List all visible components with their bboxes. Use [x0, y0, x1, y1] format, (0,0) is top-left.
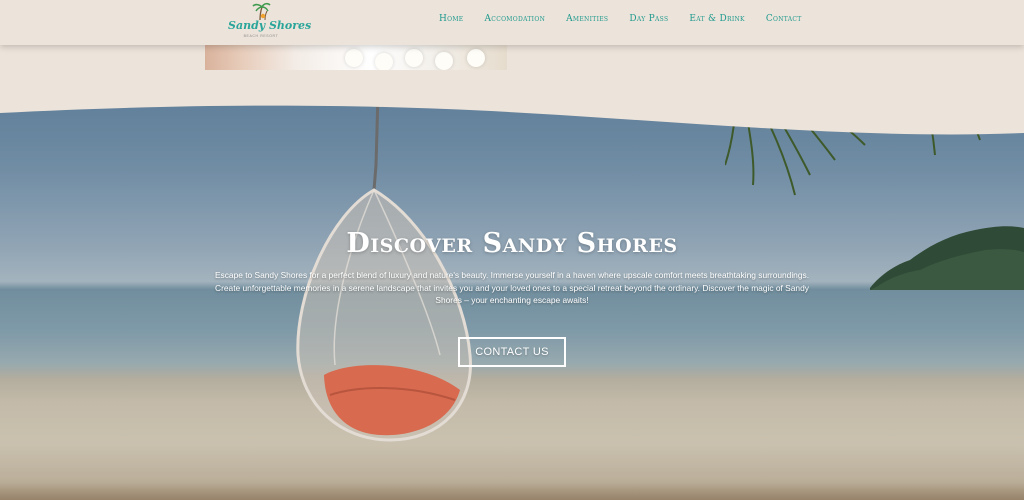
main-nav: Home Accomodation Amenities Day Pass Eat… — [439, 14, 823, 24]
palm-tree-icon — [252, 2, 271, 20]
logo-tagline: BEACH RESORT — [243, 34, 279, 38]
beach-shadow — [0, 482, 1024, 500]
site-header: Sandy Shores BEACH RESORT Home Accomodat… — [0, 0, 1024, 45]
nav-contact[interactable]: Contact — [766, 14, 802, 24]
hero-description: Escape to Sandy Shores for a perfect ble… — [214, 270, 810, 305]
nav-accomodation[interactable]: Accomodation — [485, 14, 546, 24]
nav-amenities[interactable]: Amenities — [566, 14, 608, 24]
nav-home[interactable]: Home — [439, 14, 464, 24]
logo-text: Sandy Shores — [228, 19, 312, 32]
wave-divider — [0, 95, 1024, 135]
hero-content: Discover Sandy Shores Escape to Sandy Sh… — [0, 228, 1024, 307]
hero-title: Discover Sandy Shores — [346, 228, 678, 259]
nav-day-pass[interactable]: Day Pass — [629, 14, 668, 24]
nav-eat-drink[interactable]: Eat & Drink — [689, 14, 744, 24]
logo[interactable]: Sandy Shores BEACH RESORT — [228, 2, 312, 42]
contact-us-button[interactable]: CONTACT US — [458, 337, 566, 367]
spa-image — [205, 45, 507, 70]
